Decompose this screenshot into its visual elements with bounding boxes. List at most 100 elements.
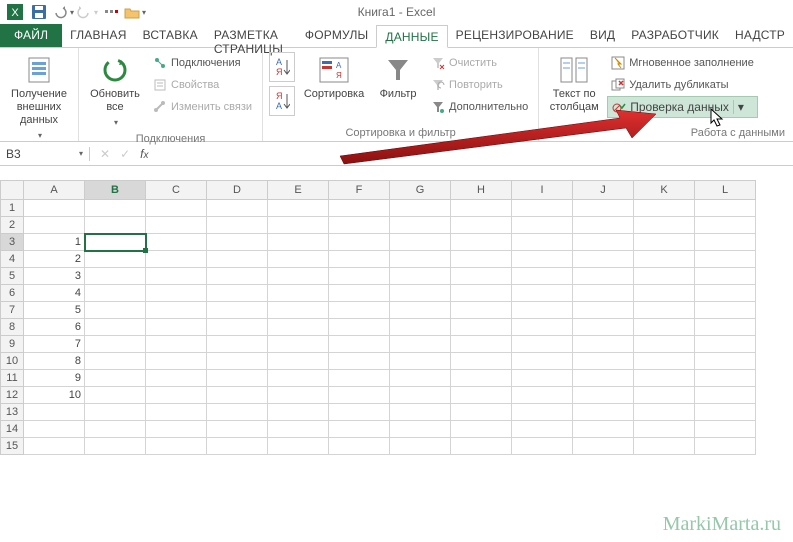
cell-L15[interactable] bbox=[695, 438, 756, 455]
cell-D1[interactable] bbox=[207, 200, 268, 217]
cell-L6[interactable] bbox=[695, 285, 756, 302]
cell-L10[interactable] bbox=[695, 353, 756, 370]
cell-C3[interactable] bbox=[146, 234, 207, 251]
cell-F4[interactable] bbox=[329, 251, 390, 268]
cell-L4[interactable] bbox=[695, 251, 756, 268]
cell-H5[interactable] bbox=[451, 268, 512, 285]
cell-J6[interactable] bbox=[573, 285, 634, 302]
row-header-15[interactable]: 15 bbox=[0, 438, 24, 455]
cell-B13[interactable] bbox=[85, 404, 146, 421]
cell-I4[interactable] bbox=[512, 251, 573, 268]
cell-E1[interactable] bbox=[268, 200, 329, 217]
cell-A12[interactable]: 10 bbox=[24, 387, 85, 404]
cell-L7[interactable] bbox=[695, 302, 756, 319]
cell-D13[interactable] bbox=[207, 404, 268, 421]
cell-L13[interactable] bbox=[695, 404, 756, 421]
cell-I14[interactable] bbox=[512, 421, 573, 438]
cell-E14[interactable] bbox=[268, 421, 329, 438]
cell-H11[interactable] bbox=[451, 370, 512, 387]
cell-J15[interactable] bbox=[573, 438, 634, 455]
cell-E2[interactable] bbox=[268, 217, 329, 234]
cell-J10[interactable] bbox=[573, 353, 634, 370]
cell-C5[interactable] bbox=[146, 268, 207, 285]
tab-file[interactable]: ФАЙЛ bbox=[0, 24, 62, 47]
column-header-D[interactable]: D bbox=[207, 180, 268, 200]
cell-I1[interactable] bbox=[512, 200, 573, 217]
open-folder-button[interactable]: ▾ bbox=[124, 1, 146, 23]
cell-C4[interactable] bbox=[146, 251, 207, 268]
cell-C15[interactable] bbox=[146, 438, 207, 455]
sort-button[interactable]: AЯ Сортировка bbox=[299, 52, 369, 103]
cell-I15[interactable] bbox=[512, 438, 573, 455]
cell-E8[interactable] bbox=[268, 319, 329, 336]
cell-K15[interactable] bbox=[634, 438, 695, 455]
cell-C6[interactable] bbox=[146, 285, 207, 302]
cell-E7[interactable] bbox=[268, 302, 329, 319]
column-header-L[interactable]: L bbox=[695, 180, 756, 200]
cell-I10[interactable] bbox=[512, 353, 573, 370]
cell-D12[interactable] bbox=[207, 387, 268, 404]
cell-J8[interactable] bbox=[573, 319, 634, 336]
cell-K13[interactable] bbox=[634, 404, 695, 421]
cell-K1[interactable] bbox=[634, 200, 695, 217]
cell-C1[interactable] bbox=[146, 200, 207, 217]
cell-H8[interactable] bbox=[451, 319, 512, 336]
cell-D15[interactable] bbox=[207, 438, 268, 455]
cell-G1[interactable] bbox=[390, 200, 451, 217]
cell-H6[interactable] bbox=[451, 285, 512, 302]
cell-F5[interactable] bbox=[329, 268, 390, 285]
row-header-7[interactable]: 7 bbox=[0, 302, 24, 319]
cell-I13[interactable] bbox=[512, 404, 573, 421]
cell-L14[interactable] bbox=[695, 421, 756, 438]
save-button[interactable] bbox=[28, 1, 50, 23]
flash-fill-button[interactable]: Мгновенное заполнение bbox=[607, 52, 758, 74]
cell-E6[interactable] bbox=[268, 285, 329, 302]
cell-J5[interactable] bbox=[573, 268, 634, 285]
cell-H12[interactable] bbox=[451, 387, 512, 404]
cell-H9[interactable] bbox=[451, 336, 512, 353]
cell-D11[interactable] bbox=[207, 370, 268, 387]
cell-K14[interactable] bbox=[634, 421, 695, 438]
cell-I5[interactable] bbox=[512, 268, 573, 285]
row-header-10[interactable]: 10 bbox=[0, 353, 24, 370]
cell-C10[interactable] bbox=[146, 353, 207, 370]
edit-links-button[interactable]: Изменить связи bbox=[149, 96, 256, 118]
column-header-K[interactable]: K bbox=[634, 180, 695, 200]
cell-J1[interactable] bbox=[573, 200, 634, 217]
cell-C13[interactable] bbox=[146, 404, 207, 421]
cell-I11[interactable] bbox=[512, 370, 573, 387]
cell-L11[interactable] bbox=[695, 370, 756, 387]
data-validation-button[interactable]: Проверка данных ▾ bbox=[607, 96, 758, 118]
cell-E5[interactable] bbox=[268, 268, 329, 285]
cell-D5[interactable] bbox=[207, 268, 268, 285]
cell-D4[interactable] bbox=[207, 251, 268, 268]
cell-G12[interactable] bbox=[390, 387, 451, 404]
cell-K6[interactable] bbox=[634, 285, 695, 302]
cell-L2[interactable] bbox=[695, 217, 756, 234]
row-header-1[interactable]: 1 bbox=[0, 200, 24, 217]
cell-C2[interactable] bbox=[146, 217, 207, 234]
name-box[interactable]: B3 ▾ bbox=[0, 147, 90, 161]
column-header-I[interactable]: I bbox=[512, 180, 573, 200]
cell-J7[interactable] bbox=[573, 302, 634, 319]
cell-I3[interactable] bbox=[512, 234, 573, 251]
cell-K8[interactable] bbox=[634, 319, 695, 336]
cell-G3[interactable] bbox=[390, 234, 451, 251]
cell-D8[interactable] bbox=[207, 319, 268, 336]
sort-desc-button[interactable]: ЯA bbox=[269, 86, 295, 116]
cell-A8[interactable]: 6 bbox=[24, 319, 85, 336]
cell-H13[interactable] bbox=[451, 404, 512, 421]
cell-A15[interactable] bbox=[24, 438, 85, 455]
cell-B12[interactable] bbox=[85, 387, 146, 404]
remove-duplicates-button[interactable]: Удалить дубликаты bbox=[607, 74, 758, 96]
cell-C9[interactable] bbox=[146, 336, 207, 353]
cell-J13[interactable] bbox=[573, 404, 634, 421]
cell-H4[interactable] bbox=[451, 251, 512, 268]
cell-K5[interactable] bbox=[634, 268, 695, 285]
cell-B5[interactable] bbox=[85, 268, 146, 285]
cell-C12[interactable] bbox=[146, 387, 207, 404]
row-header-6[interactable]: 6 bbox=[0, 285, 24, 302]
cell-G13[interactable] bbox=[390, 404, 451, 421]
cell-A11[interactable]: 9 bbox=[24, 370, 85, 387]
cell-F13[interactable] bbox=[329, 404, 390, 421]
